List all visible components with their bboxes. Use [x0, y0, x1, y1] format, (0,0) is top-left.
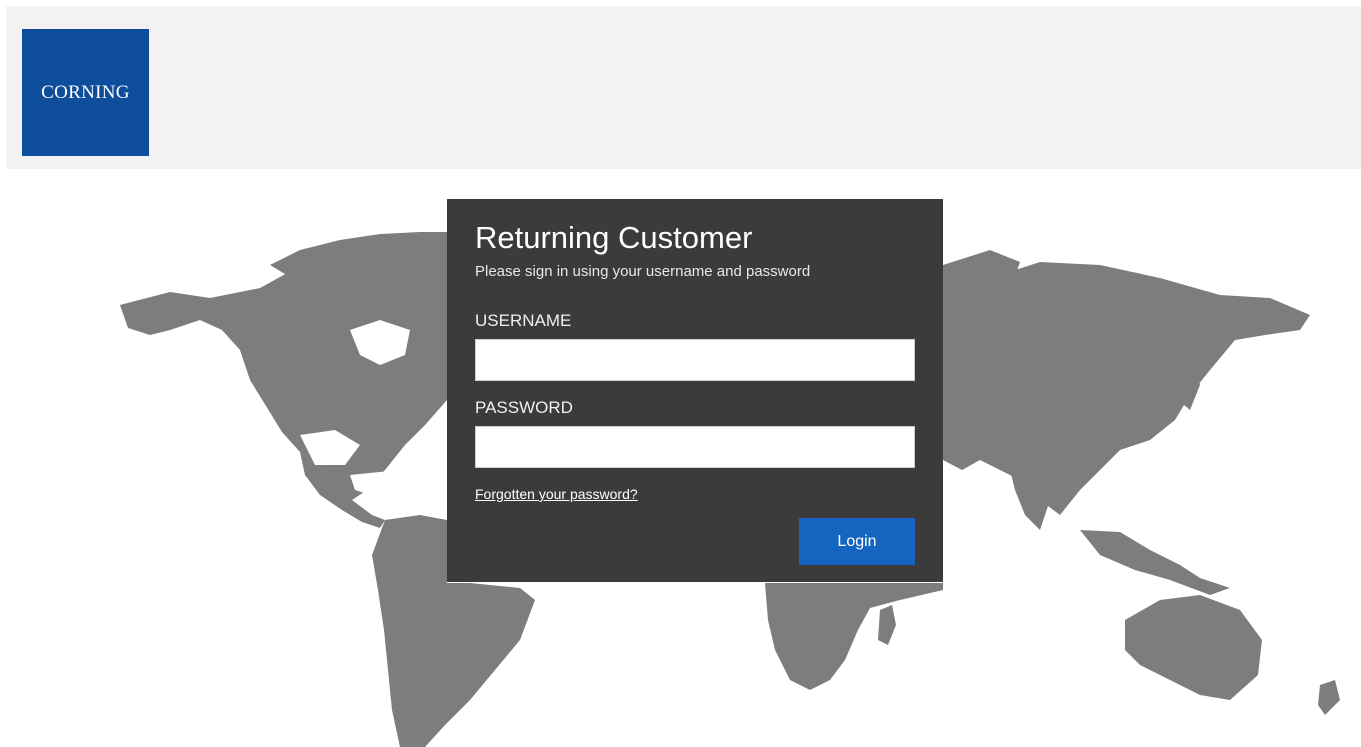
login-title: Returning Customer — [475, 220, 753, 255]
password-label: PASSWORD — [475, 398, 573, 417]
corning-logo[interactable]: CORNING — [22, 29, 149, 156]
islands-southeast-asia — [1080, 530, 1230, 595]
island-madagascar — [878, 605, 896, 645]
caribbean-sea — [350, 470, 430, 498]
island-new-zealand — [1318, 680, 1340, 715]
continent-australia — [1125, 595, 1262, 700]
continent-africa — [765, 583, 943, 690]
logo-text: CORNING — [41, 81, 130, 103]
login-subtitle: Please sign in using your username and p… — [475, 263, 811, 280]
login-button[interactable]: Login — [799, 518, 915, 565]
continent-asia — [943, 262, 1310, 515]
username-input[interactable] — [475, 339, 915, 381]
header-bar: CORNING — [6, 6, 1361, 169]
username-label: USERNAME — [475, 311, 572, 330]
password-input[interactable] — [475, 426, 915, 468]
login-panel: Returning Customer Please sign in using … — [447, 199, 943, 582]
login-page: CORNING Returning Customer Please sign i… — [0, 0, 1361, 747]
forgot-password-link[interactable]: Forgotten your password? — [475, 486, 685, 502]
